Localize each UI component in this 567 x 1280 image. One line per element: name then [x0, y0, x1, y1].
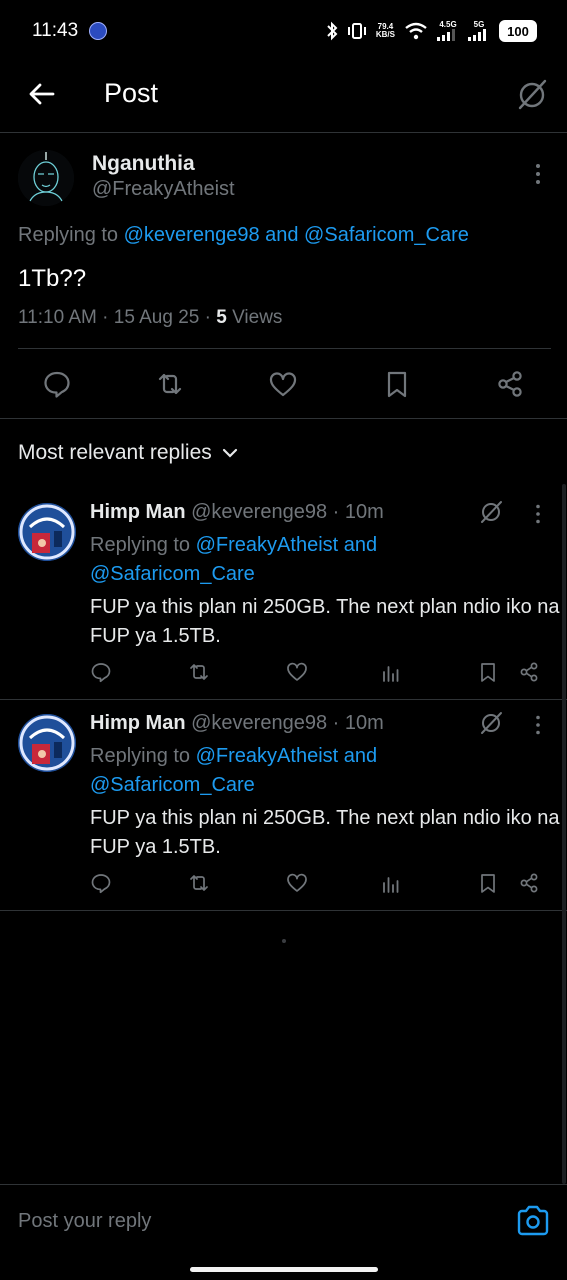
replying-prefix: Replying to	[90, 534, 196, 556]
avatar-image	[18, 714, 76, 772]
reply-replying-to: Replying to @FreakyAtheist and @Safaricom…	[90, 531, 520, 589]
page-title: Post	[104, 78, 159, 108]
grok-icon[interactable]	[478, 710, 504, 736]
replying-target-link[interactable]: @FreakyAtheist and	[196, 534, 378, 556]
replying-target-link[interactable]: @FreakyAtheist and	[196, 745, 378, 767]
reply-divider	[0, 910, 567, 911]
status-icons: 79.4 KB/S 4.5G 5G 100	[326, 18, 537, 44]
back-arrow-icon[interactable]	[26, 78, 58, 110]
reply-replying-to: Replying to @FreakyAtheist and @Safaricom…	[90, 742, 520, 800]
reply-composer-input[interactable]: Post your reply	[18, 1210, 151, 1233]
bookmark-icon[interactable]	[477, 661, 499, 683]
net-speed: 79.4 KB/S	[376, 23, 395, 39]
loading-dot	[282, 939, 286, 943]
status-bar: 11:43 79.4 KB/S 4.5G 5G 100	[0, 0, 567, 62]
reply-text: FUP ya this plan ni 250GB. The next plan…	[90, 596, 560, 647]
reply-text: FUP ya this plan ni 250GB. The next plan…	[90, 807, 560, 858]
grok-icon[interactable]	[478, 499, 504, 525]
repost-icon[interactable]	[188, 872, 210, 894]
replying-prefix: Replying to	[90, 745, 196, 767]
sim1-label: 4.5G	[439, 20, 457, 29]
header-divider	[0, 132, 567, 133]
share-icon[interactable]	[518, 872, 540, 894]
share-icon[interactable]	[518, 661, 540, 683]
reply-author-name[interactable]: Himp Man	[90, 712, 186, 734]
more-vertical-icon[interactable]	[532, 714, 544, 736]
vibrate-icon	[347, 23, 366, 39]
reply-avatar[interactable]	[18, 503, 76, 561]
chevron-down-icon	[222, 448, 237, 458]
author-name[interactable]: Nganuthia	[92, 152, 195, 176]
replies-sort-label: Most relevant replies	[18, 441, 212, 464]
reply-header: Himp Man @keverenge98 · 10m	[90, 501, 384, 524]
signal-bars-icon	[437, 29, 455, 41]
post-meta: 11:10 AM · 15 Aug 25 · 5 Views	[18, 307, 282, 329]
reply-handle-time[interactable]: @keverenge98 · 10m	[191, 712, 384, 734]
more-vertical-icon[interactable]	[530, 162, 546, 186]
author-handle[interactable]: @FreakyAtheist	[92, 178, 235, 201]
bluetooth-icon	[327, 21, 338, 41]
views-icon[interactable]	[380, 872, 402, 894]
net-speed-unit: KB/S	[375, 30, 395, 39]
avatar-image	[18, 503, 76, 561]
replying-targets-link[interactable]: @keverenge98 and @Safaricom_Care	[124, 224, 469, 246]
composer-divider	[0, 1184, 567, 1185]
replying-prefix: Replying to	[18, 224, 124, 246]
like-icon[interactable]	[286, 872, 308, 894]
reply-avatar[interactable]	[18, 714, 76, 772]
post-timestamp: 11:10 AM · 15 Aug 25 ·	[18, 307, 217, 328]
status-time: 11:43	[32, 20, 79, 41]
post-replying-to: Replying to @keverenge98 and @Safaricom_…	[18, 224, 469, 247]
battery-indicator: 100	[499, 20, 537, 42]
bookmark-icon[interactable]	[477, 872, 499, 894]
share-icon[interactable]	[495, 369, 525, 399]
replying-target-link[interactable]: @Safaricom_Care	[90, 563, 255, 585]
post-meta-divider	[18, 348, 551, 349]
reply-header: Himp Man @keverenge98 · 10m	[90, 712, 384, 735]
reply-icon[interactable]	[90, 661, 112, 683]
actionbar-divider	[0, 418, 567, 419]
post-text: 1Tb??	[18, 265, 87, 292]
reply-item[interactable]: Himp Man @keverenge98 · 10m Replying to …	[0, 700, 567, 911]
repost-icon[interactable]	[155, 369, 185, 399]
replies-sort-dropdown[interactable]: Most relevant replies	[18, 441, 238, 465]
sim1-signal: 4.5G	[437, 21, 459, 41]
sim2-signal: 5G	[468, 21, 490, 41]
reply-handle-time[interactable]: @keverenge98 · 10m	[191, 501, 384, 523]
notification-badge-icon	[89, 22, 107, 40]
sim2-label: 5G	[473, 20, 485, 29]
reply-icon[interactable]	[90, 872, 112, 894]
views-count: 5	[216, 307, 227, 328]
bookmark-icon[interactable]	[382, 369, 412, 399]
grok-icon[interactable]	[514, 77, 550, 113]
home-indicator[interactable]	[190, 1267, 378, 1272]
repost-icon[interactable]	[188, 661, 210, 683]
signal-bars-icon	[468, 29, 486, 41]
camera-icon[interactable]	[516, 1205, 550, 1237]
replying-target-link[interactable]: @Safaricom_Care	[90, 774, 255, 796]
reply-item[interactable]: Himp Man @keverenge98 · 10m Replying to …	[0, 489, 567, 700]
author-avatar[interactable]	[18, 150, 74, 206]
wifi-icon	[405, 22, 427, 40]
like-icon[interactable]	[268, 370, 298, 400]
avatar-image	[18, 150, 74, 206]
scrollbar[interactable]	[562, 484, 566, 1184]
reply-icon[interactable]	[42, 369, 72, 399]
like-icon[interactable]	[286, 661, 308, 683]
more-vertical-icon[interactable]	[532, 503, 544, 525]
reply-author-name[interactable]: Himp Man	[90, 501, 186, 523]
views-label: Views	[226, 307, 283, 328]
views-icon[interactable]	[380, 661, 402, 683]
